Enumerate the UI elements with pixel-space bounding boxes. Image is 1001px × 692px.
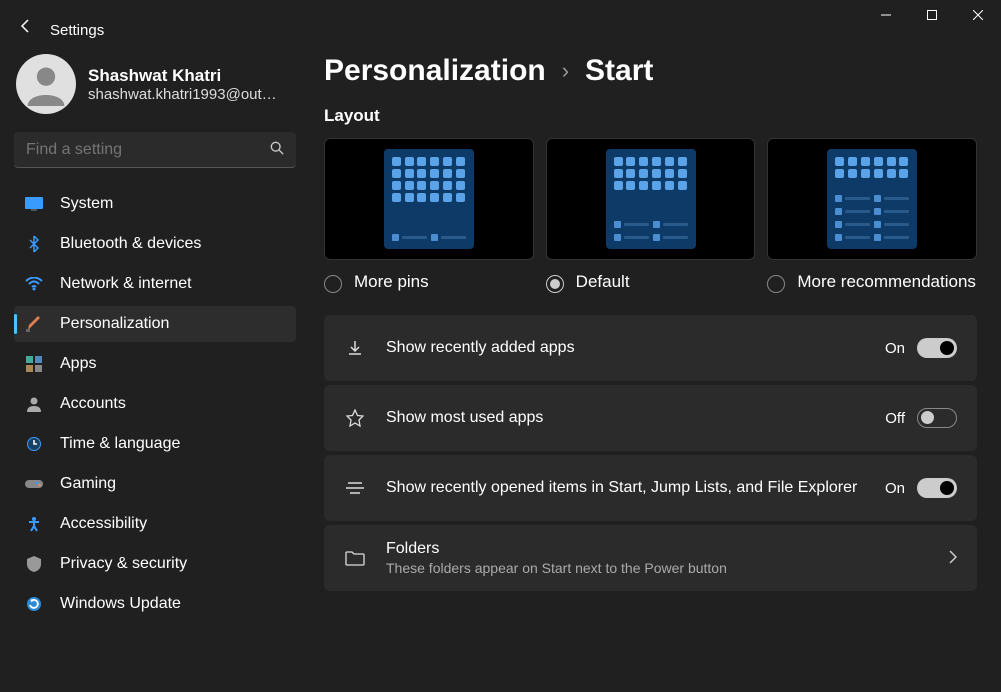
- list-icon: [344, 481, 366, 495]
- layout-more-recs[interactable]: More recommendations: [767, 138, 977, 293]
- maximize-button[interactable]: [909, 0, 955, 30]
- nav-personalization[interactable]: Personalization: [14, 306, 296, 342]
- toggle-label: On: [885, 480, 905, 497]
- chevron-right-icon: ›: [562, 58, 569, 84]
- nav-label: Accessibility: [60, 515, 147, 533]
- breadcrumb: Personalization › Start: [324, 54, 977, 88]
- nav-label: Personalization: [60, 315, 169, 333]
- layout-section-title: Layout: [324, 106, 977, 126]
- nav-label: Bluetooth & devices: [60, 235, 201, 253]
- nav-gaming[interactable]: Gaming: [14, 466, 296, 502]
- layout-more-pins[interactable]: More pins: [324, 138, 534, 293]
- titlebar: Settings: [0, 0, 1001, 40]
- nav-list: System Bluetooth & devices Network & int…: [14, 186, 296, 622]
- setting-recent-items: Show recently opened items in Start, Jum…: [324, 455, 977, 521]
- apps-icon: [24, 354, 44, 374]
- star-icon: [344, 409, 366, 427]
- toggle-most-used[interactable]: [917, 408, 957, 428]
- gamepad-icon: [24, 474, 44, 494]
- chevron-right-icon: [949, 550, 957, 567]
- nav-time[interactable]: Time & language: [14, 426, 296, 462]
- setting-folders[interactable]: Folders These folders appear on Start ne…: [324, 525, 977, 591]
- profile-email: shashwat.khatri1993@out…: [88, 86, 277, 103]
- radio-label: Default: [576, 272, 630, 292]
- toggle-label: On: [885, 340, 905, 357]
- setting-title: Show recently opened items in Start, Jum…: [386, 479, 865, 497]
- nav-network[interactable]: Network & internet: [14, 266, 296, 302]
- nav-system[interactable]: System: [14, 186, 296, 222]
- app-title: Settings: [50, 22, 104, 39]
- nav-label: Privacy & security: [60, 555, 187, 573]
- download-icon: [344, 339, 366, 357]
- setting-subtitle: These folders appear on Start next to th…: [386, 560, 929, 576]
- toggle-recent-items[interactable]: [917, 478, 957, 498]
- search-input[interactable]: [26, 141, 270, 159]
- folder-icon: [344, 550, 366, 566]
- bluetooth-icon: [24, 234, 44, 254]
- person-icon: [24, 394, 44, 414]
- profile-name: Shashwat Khatri: [88, 66, 277, 86]
- toggle-label: Off: [885, 410, 905, 427]
- nav-bluetooth[interactable]: Bluetooth & devices: [14, 226, 296, 262]
- setting-title: Show recently added apps: [386, 339, 865, 357]
- breadcrumb-parent[interactable]: Personalization: [324, 54, 546, 88]
- sidebar: Shashwat Khatri shashwat.khatri1993@out……: [0, 54, 310, 692]
- layout-thumb-default: [546, 138, 756, 260]
- wifi-icon: [24, 274, 44, 294]
- radio-label: More pins: [354, 272, 429, 292]
- minimize-button[interactable]: [863, 0, 909, 30]
- profile-block[interactable]: Shashwat Khatri shashwat.khatri1993@out…: [14, 54, 296, 114]
- paintbrush-icon: [24, 314, 44, 334]
- close-button[interactable]: [955, 0, 1001, 30]
- toggle-recent-apps[interactable]: [917, 338, 957, 358]
- nav-accessibility[interactable]: Accessibility: [14, 506, 296, 542]
- radio-more-recs[interactable]: [767, 275, 785, 293]
- breadcrumb-current: Start: [585, 54, 653, 88]
- search-icon: [270, 141, 284, 158]
- nav-update[interactable]: Windows Update: [14, 586, 296, 622]
- nav-label: Apps: [60, 355, 96, 373]
- setting-most-used: Show most used apps Off: [324, 385, 977, 451]
- radio-more-pins[interactable]: [324, 275, 342, 293]
- setting-title: Folders: [386, 540, 929, 558]
- nav-label: Network & internet: [60, 275, 192, 293]
- nav-label: Time & language: [60, 435, 180, 453]
- clock-icon: [24, 434, 44, 454]
- nav-label: System: [60, 195, 113, 213]
- nav-privacy[interactable]: Privacy & security: [14, 546, 296, 582]
- layout-thumb-more-pins: [324, 138, 534, 260]
- nav-apps[interactable]: Apps: [14, 346, 296, 382]
- radio-default[interactable]: [546, 275, 564, 293]
- avatar: [16, 54, 76, 114]
- setting-title: Show most used apps: [386, 409, 865, 427]
- radio-label: More recommendations: [797, 272, 976, 292]
- search-box[interactable]: [14, 132, 296, 168]
- back-button[interactable]: [18, 18, 34, 37]
- layout-thumb-more-recs: [767, 138, 977, 260]
- main-content: Personalization › Start Layout: [310, 54, 1001, 692]
- nav-accounts[interactable]: Accounts: [14, 386, 296, 422]
- nav-label: Accounts: [60, 395, 126, 413]
- monitor-icon: [24, 194, 44, 214]
- nav-label: Gaming: [60, 475, 116, 493]
- update-icon: [24, 594, 44, 614]
- layout-options: More pins: [324, 138, 977, 293]
- shield-icon: [24, 554, 44, 574]
- layout-default[interactable]: Default: [546, 138, 756, 293]
- setting-recent-apps: Show recently added apps On: [324, 315, 977, 381]
- nav-label: Windows Update: [60, 595, 181, 613]
- accessibility-icon: [24, 514, 44, 534]
